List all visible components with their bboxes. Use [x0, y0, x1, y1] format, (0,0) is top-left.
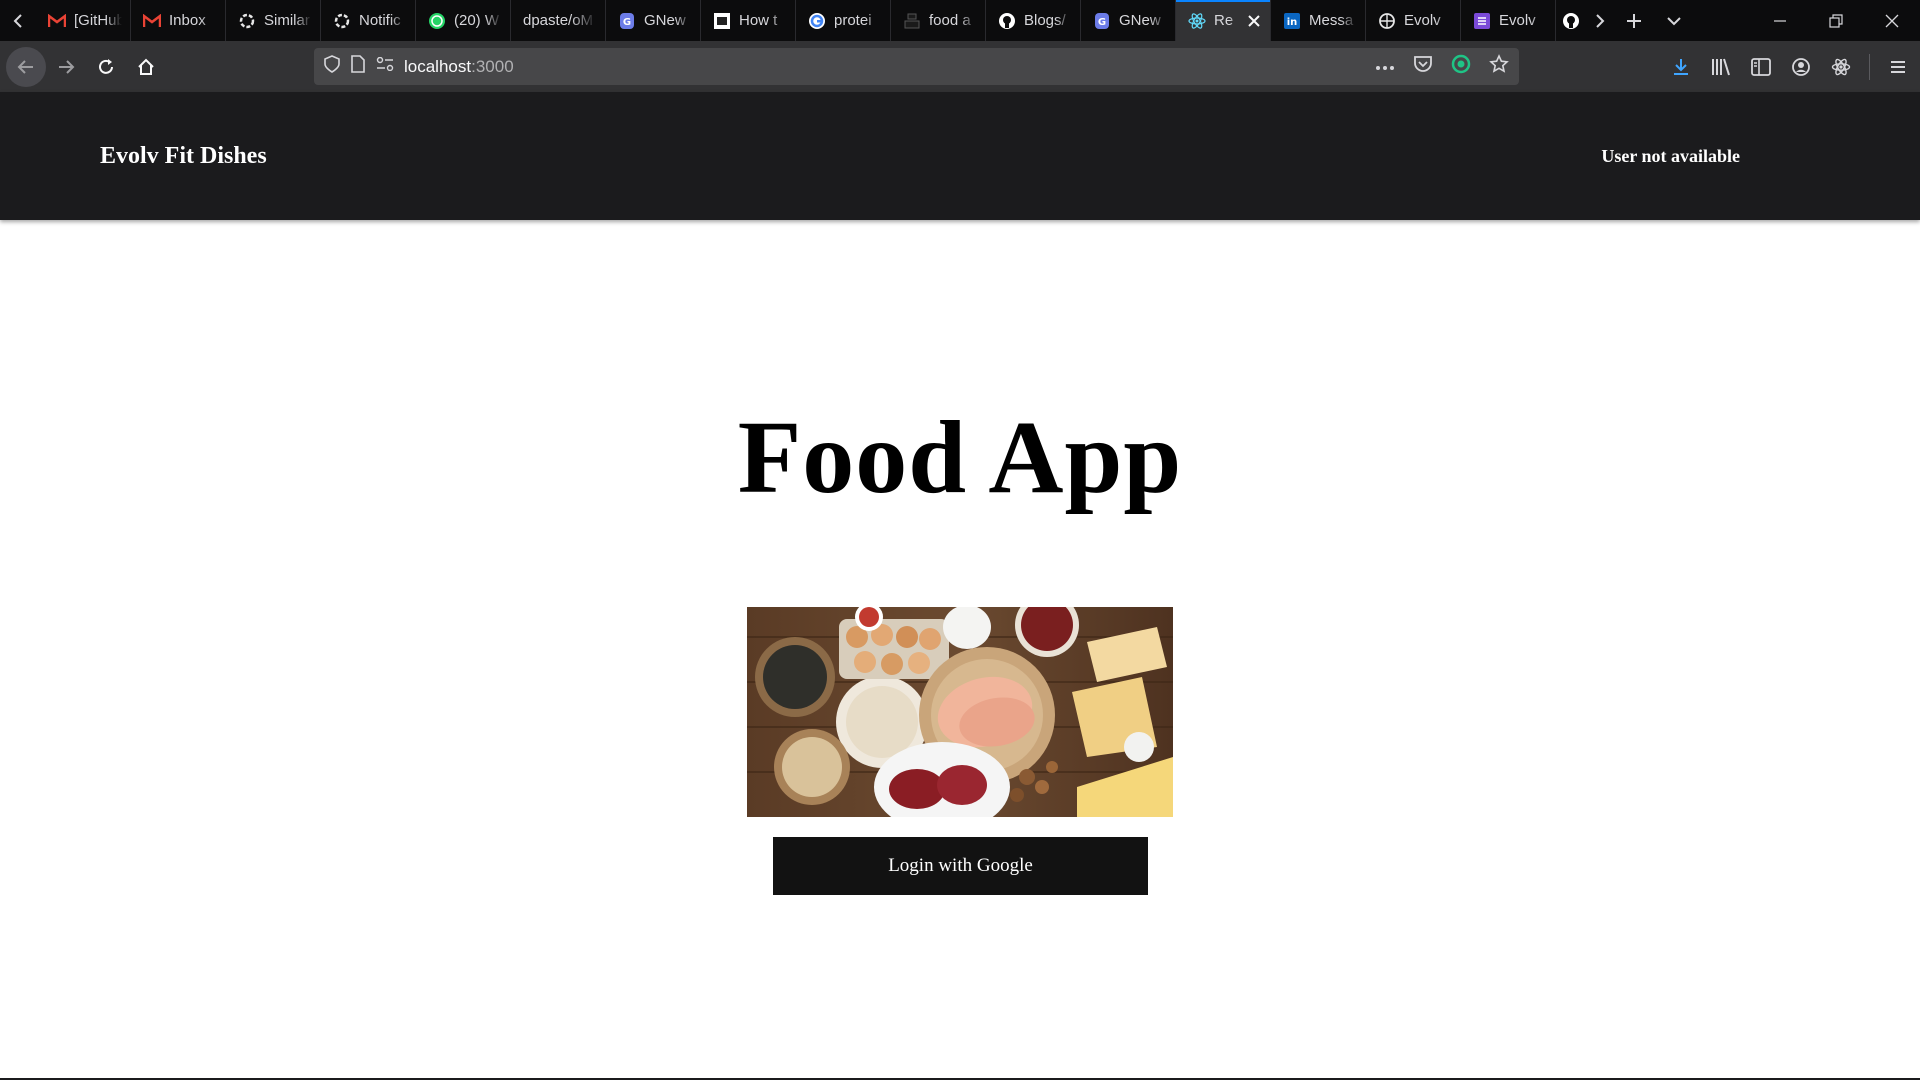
tab-title: Similar — [264, 12, 310, 29]
dg-icon — [713, 12, 731, 30]
svg-text:G: G — [1098, 17, 1106, 28]
tab-title: GNew — [644, 12, 686, 29]
tab-react-app[interactable]: Re — [1176, 0, 1271, 41]
library-icon[interactable] — [1703, 49, 1739, 85]
tab-github[interactable]: [GitHub] — [36, 0, 131, 41]
svg-text:G: G — [623, 17, 631, 28]
globe-icon — [1378, 12, 1396, 30]
url-host: localhost — [404, 56, 472, 76]
svg-text:in: in — [1287, 17, 1298, 28]
tab-blogs[interactable]: Blogs/ — [986, 0, 1081, 41]
url-port: :3000 — [471, 56, 514, 76]
close-tab-icon[interactable] — [1246, 13, 1262, 29]
address-bar[interactable]: localhost:3000 — [314, 48, 1519, 85]
react-devtools-icon[interactable] — [1823, 49, 1859, 85]
github-icon — [998, 12, 1016, 30]
tab-title: Messa — [1309, 12, 1354, 29]
tab-title: Notific — [359, 12, 401, 29]
back-icon[interactable] — [6, 46, 46, 87]
page-actions-icon[interactable] — [1375, 58, 1395, 76]
tab-title: [GitHub] — [74, 12, 122, 29]
linkedin-icon: in — [1283, 12, 1301, 30]
tab-dpaste[interactable]: dpaste/oM — [511, 0, 606, 41]
bookmark-star-icon[interactable] — [1489, 54, 1509, 79]
downloads-icon[interactable] — [1663, 49, 1699, 85]
url-text[interactable]: localhost:3000 — [404, 57, 1365, 77]
tab-how-to[interactable]: How t — [701, 0, 796, 41]
tab-whatsapp[interactable]: (20) W — [416, 0, 511, 41]
tab-title: Evolv — [1404, 12, 1441, 29]
tab-evolv-2[interactable]: Evolv — [1461, 0, 1556, 41]
main-content: Food App Login with Google — [0, 220, 1920, 1078]
reload-icon[interactable] — [86, 47, 126, 87]
gnews-icon: G — [618, 12, 636, 30]
login-with-google-button[interactable]: Login with Google — [773, 837, 1148, 895]
forward-icon[interactable] — [46, 47, 86, 87]
gmail-icon — [143, 12, 161, 30]
app-header: Evolv Fit Dishes User not available — [0, 92, 1920, 220]
tab-title: food a — [929, 12, 971, 29]
permissions-icon[interactable] — [376, 56, 394, 76]
user-status: User not available — [1601, 145, 1740, 166]
tab-title: protei — [834, 12, 872, 29]
list-all-tabs-icon[interactable] — [1654, 0, 1694, 41]
hashnode-icon — [238, 12, 256, 30]
new-tab-icon[interactable] — [1614, 0, 1654, 41]
gmail-icon — [48, 12, 66, 30]
navigation-toolbar: localhost:3000 — [0, 41, 1920, 92]
page-title: Food App — [737, 400, 1183, 515]
hamburger-menu-icon[interactable] — [1880, 49, 1916, 85]
tab-similar[interactable]: Similar — [226, 0, 321, 41]
tab-food[interactable]: food a — [891, 0, 986, 41]
hashnode-icon — [333, 12, 351, 30]
tab-gnews-2[interactable]: G GNew — [1081, 0, 1176, 41]
tab-title: Blogs/ — [1024, 12, 1066, 29]
scroll-tabs-right-icon[interactable] — [1586, 0, 1614, 41]
github-tab-icon[interactable] — [1556, 0, 1586, 41]
account-icon[interactable] — [1783, 49, 1819, 85]
tab-linkedin[interactable]: in Messa — [1271, 0, 1366, 41]
whatsapp-icon — [428, 12, 446, 30]
extension-icon[interactable] — [1451, 54, 1471, 79]
tab-title: GNew — [1119, 12, 1161, 29]
tab-notifications[interactable]: Notific — [321, 0, 416, 41]
tab-title: (20) W — [454, 12, 499, 29]
tab-title: Re — [1214, 12, 1234, 29]
tab-gnews[interactable]: G GNew — [606, 0, 701, 41]
tab-evolv[interactable]: Evolv — [1366, 0, 1461, 41]
brand-title[interactable]: Evolv Fit Dishes — [100, 143, 267, 170]
unsplash-icon — [903, 12, 921, 30]
tab-title: How t — [739, 12, 778, 29]
tab-title: dpaste/oM — [523, 12, 594, 29]
restore-icon[interactable] — [1808, 0, 1864, 41]
scroll-tabs-left-icon[interactable] — [0, 0, 36, 41]
tab-title: Evolv — [1499, 12, 1536, 29]
food-image — [747, 607, 1173, 817]
sidebar-icon[interactable] — [1743, 49, 1779, 85]
minimize-icon[interactable] — [1752, 0, 1808, 41]
gnews-icon: G — [1093, 12, 1111, 30]
shield-icon[interactable] — [324, 55, 340, 78]
pocket-icon[interactable] — [1413, 55, 1433, 78]
google-icon — [808, 12, 826, 30]
toolbar-divider — [1869, 53, 1870, 80]
tab-inbox[interactable]: Inbox — [131, 0, 226, 41]
home-icon[interactable] — [126, 47, 166, 87]
react-icon — [1188, 12, 1206, 30]
list-icon — [1473, 12, 1491, 30]
tab-title: Inbox — [169, 12, 206, 29]
tab-strip: [GitHub] Inbox Similar Notific (20) W dp… — [0, 0, 1920, 41]
tab-protein[interactable]: protei — [796, 0, 891, 41]
page-icon[interactable] — [350, 55, 366, 78]
close-window-icon[interactable] — [1864, 0, 1920, 41]
